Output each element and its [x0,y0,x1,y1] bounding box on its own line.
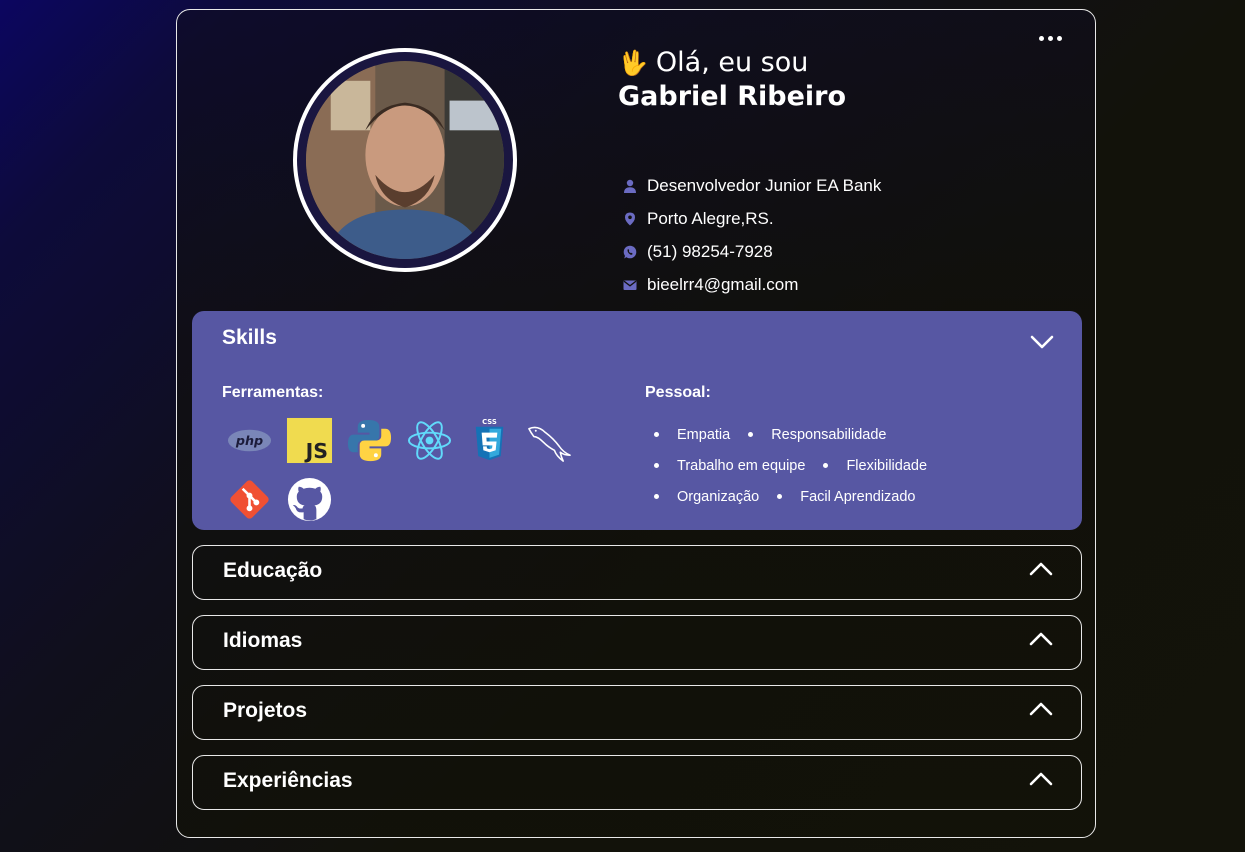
svg-text:JS: JS [304,439,328,463]
react-icon [406,417,453,464]
skills-section: Skills Ferramentas: Pessoal: php JS CSS [192,311,1082,530]
php-icon: php [226,417,273,464]
svg-text:CSS: CSS [482,418,497,426]
personal-skill: Organização [654,489,759,505]
profile-name: Gabriel Ribeiro [618,81,847,112]
user-icon [624,179,636,193]
svg-text:php: php [235,433,263,448]
personal-row: Trabalho em equipe Flexibilidade [654,450,1074,481]
contact-email[interactable]: bieelrr4@gmail.com [623,268,881,301]
personal-skill: Responsabilidade [748,427,886,443]
greeting-heading: 🖖 Olá, eu sou Gabriel Ribeiro [618,46,848,114]
personal-skill: Empatia [654,427,730,443]
greeting-prefix: Olá, eu sou [655,47,809,78]
vulcan-salute-icon: 🖖 [618,49,648,77]
css3-icon: CSS [466,417,513,464]
mail-icon [623,280,637,290]
section-experiencias[interactable]: Experiências [192,755,1082,810]
git-icon [226,476,273,523]
chevron-up-icon[interactable] [1029,632,1053,646]
section-title: Idiomas [223,629,303,652]
tools-list: php JS CSS [226,417,626,523]
avatar [293,48,517,272]
personal-label: Pessoal: [645,384,711,401]
contact-list: Desenvolvedor Junior EA Bank Porto Alegr… [623,169,881,301]
chevron-down-icon[interactable] [1030,335,1054,349]
section-projetos[interactable]: Projetos [192,685,1082,740]
section-idiomas[interactable]: Idiomas [192,615,1082,670]
contact-text: bieelrr4@gmail.com [647,274,799,294]
whatsapp-icon [623,245,637,258]
section-title: Educação [223,559,323,582]
mysql-icon [526,417,573,464]
more-menu-icon[interactable] [1039,36,1062,41]
contact-text: Porto Alegre,RS. [647,208,774,228]
personal-skill: Flexibilidade [823,458,927,474]
chevron-up-icon[interactable] [1029,562,1053,576]
tools-label: Ferramentas: [222,384,324,401]
contact-phone[interactable]: (51) 98254-7928 [623,235,881,268]
personal-skills-list: Empatia Responsabilidade Trabalho em equ… [654,419,1074,512]
github-icon [286,476,333,523]
personal-row: Organização Facil Aprendizado [654,481,1074,512]
contact-text: Desenvolvedor Junior EA Bank [647,175,882,195]
contact-location: Porto Alegre,RS. [623,202,881,235]
personal-skill: Trabalho em equipe [654,458,805,474]
section-title: Experiências [223,769,353,792]
python-icon [346,417,393,464]
profile-photo [306,61,504,259]
contact-role: Desenvolvedor Junior EA Bank [623,169,881,202]
chevron-up-icon[interactable] [1029,702,1053,716]
skills-title: Skills [222,326,277,349]
contact-text: (51) 98254-7928 [647,241,773,261]
chevron-up-icon[interactable] [1029,772,1053,786]
location-pin-icon [625,212,635,225]
personal-skill: Facil Aprendizado [777,489,915,505]
section-educacao[interactable]: Educação [192,545,1082,600]
javascript-icon: JS [286,417,333,464]
personal-row: Empatia Responsabilidade [654,419,1074,450]
profile-card: 🖖 Olá, eu sou Gabriel Ribeiro Desenvolved… [176,9,1096,838]
section-title: Projetos [223,699,308,722]
